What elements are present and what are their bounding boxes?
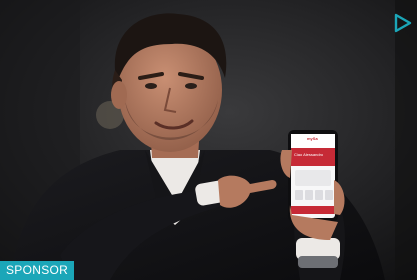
sponsored-ad[interactable]: mySa Ciao Alessandro SPONSOR bbox=[0, 0, 417, 280]
phone-brand-text: mySa bbox=[307, 136, 318, 141]
play-triangle-icon[interactable] bbox=[391, 12, 413, 34]
sponsor-label: SPONSOR bbox=[0, 261, 75, 280]
phone-mockup bbox=[288, 130, 338, 222]
phone-greeting-text: Ciao Alessandro bbox=[294, 152, 324, 157]
ad-image bbox=[0, 0, 417, 280]
